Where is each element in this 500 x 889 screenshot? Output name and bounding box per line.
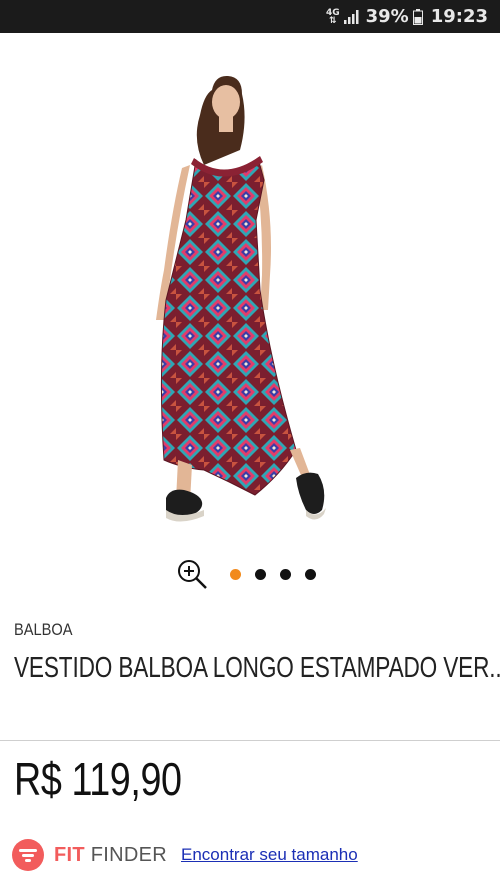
network-indicator: 4G ⇅	[325, 7, 340, 26]
fit-finder-label-finder: FINDER	[90, 843, 167, 866]
fit-finder-logo-icon	[12, 839, 44, 871]
fit-finder-row: FIT FINDER Encontrar seu tamanho	[12, 837, 492, 873]
gallery-dot-2[interactable]	[255, 569, 266, 580]
product-brand[interactable]: BALBOA	[14, 620, 73, 640]
gallery-controls	[0, 557, 500, 591]
battery-icon	[412, 8, 423, 25]
status-bar: 4G ⇅ 39% 19:23	[0, 0, 500, 33]
gallery-dot-4[interactable]	[305, 569, 316, 580]
battery-percent: 39%	[365, 6, 409, 27]
product-price: R$ 119,90	[14, 753, 182, 805]
clock: 19:23	[430, 6, 488, 27]
find-size-link[interactable]: Encontrar seu tamanho	[181, 845, 358, 865]
fit-finder-label-fit: FIT	[54, 843, 85, 866]
gallery-dot-3[interactable]	[280, 569, 291, 580]
signal-icon	[343, 9, 359, 24]
gallery-dot-1[interactable]	[230, 569, 241, 580]
gallery-pagination	[230, 569, 316, 580]
zoom-in-icon[interactable]	[176, 558, 210, 590]
product-title: VESTIDO BALBOA LONGO ESTAMPADO VER...	[14, 652, 500, 684]
divider	[0, 740, 500, 741]
product-image[interactable]	[120, 70, 340, 530]
fit-finder-label: FIT FINDER	[54, 844, 167, 867]
